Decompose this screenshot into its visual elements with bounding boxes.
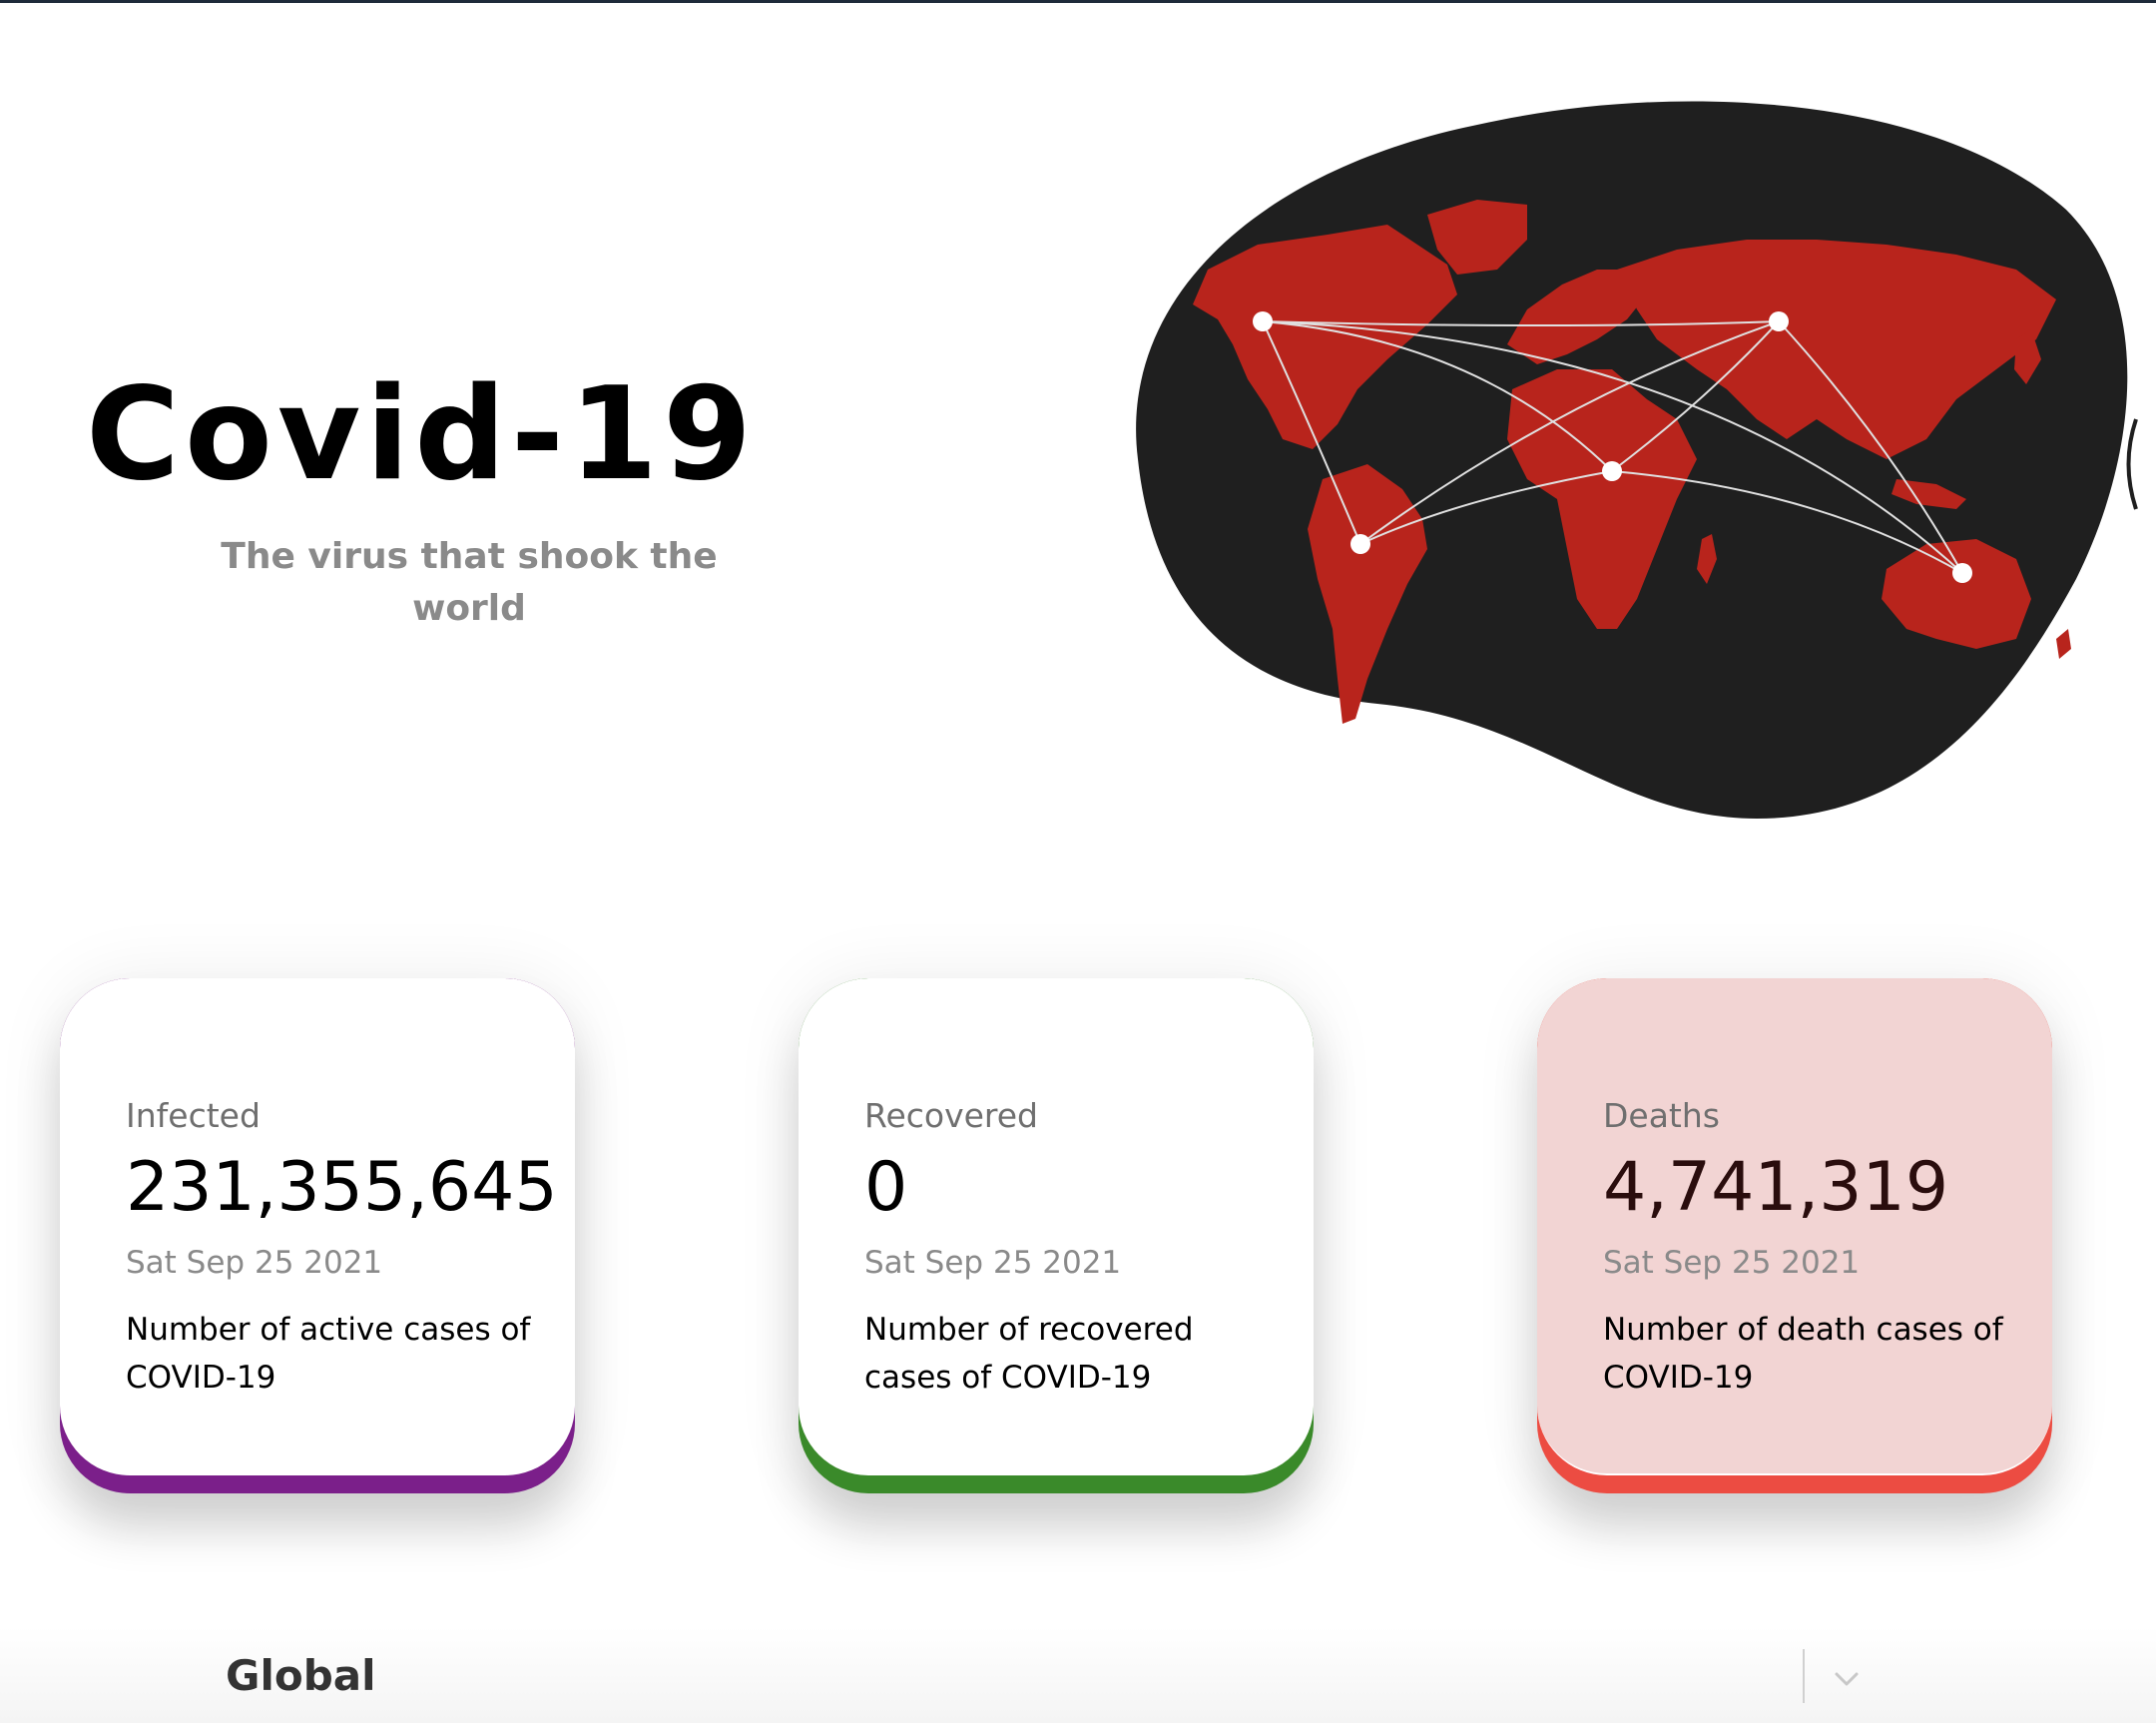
network-node-north-america xyxy=(1253,311,1273,331)
world-map-illustration xyxy=(1136,101,2138,819)
page: Covid-19 The virus that shook the world xyxy=(0,0,2156,1723)
deaths-card-body: Deaths 4,741,319 Sat Sep 25 2021 Number … xyxy=(1537,978,2052,1475)
card-label: Infected xyxy=(126,1096,261,1135)
map-blob-edge xyxy=(2126,418,2138,510)
deaths-card: Deaths 4,741,319 Sat Sep 25 2021 Number … xyxy=(1537,978,2052,1493)
recovered-card: Recovered 0 Sat Sep 25 2021 Number of re… xyxy=(799,978,1314,1493)
card-date: Sat Sep 25 2021 xyxy=(126,1245,383,1282)
network-node-south-america xyxy=(1350,534,1370,554)
card-description: Number of active cases of COVID-19 xyxy=(126,1312,531,1397)
infected-card: Infected 231,355,645 Sat Sep 25 2021 Num… xyxy=(60,978,575,1493)
card-description: Number of recovered cases of COVID-19 xyxy=(864,1312,1194,1397)
card-date: Sat Sep 25 2021 xyxy=(864,1245,1122,1282)
recovered-card-body: Recovered 0 Sat Sep 25 2021 Number of re… xyxy=(799,978,1314,1475)
network-node-africa xyxy=(1602,461,1622,481)
card-value: 231,355,645 xyxy=(126,1148,558,1228)
card-value: 0 xyxy=(864,1148,908,1228)
card-description: Number of death cases of COVID-19 xyxy=(1603,1312,2003,1397)
chevron-down-icon[interactable] xyxy=(1827,1659,1867,1699)
card-date: Sat Sep 25 2021 xyxy=(1603,1245,1861,1282)
continent-new-zealand xyxy=(2056,629,2071,659)
infected-card-body: Infected 231,355,645 Sat Sep 25 2021 Num… xyxy=(60,978,575,1475)
region-select[interactable]: Global xyxy=(150,1637,1867,1717)
card-label: Recovered xyxy=(864,1096,1039,1135)
card-label: Deaths xyxy=(1603,1096,1720,1135)
card-value: 4,741,319 xyxy=(1603,1148,1949,1228)
select-divider xyxy=(1803,1649,1805,1703)
network-node-australia xyxy=(1952,563,1972,583)
page-subtitle: The virus that shook the world xyxy=(221,536,718,629)
region-select-value: Global xyxy=(226,1651,376,1700)
page-title: Covid-19 xyxy=(86,360,758,509)
network-node-asia xyxy=(1769,311,1789,331)
top-border xyxy=(0,0,2156,3)
